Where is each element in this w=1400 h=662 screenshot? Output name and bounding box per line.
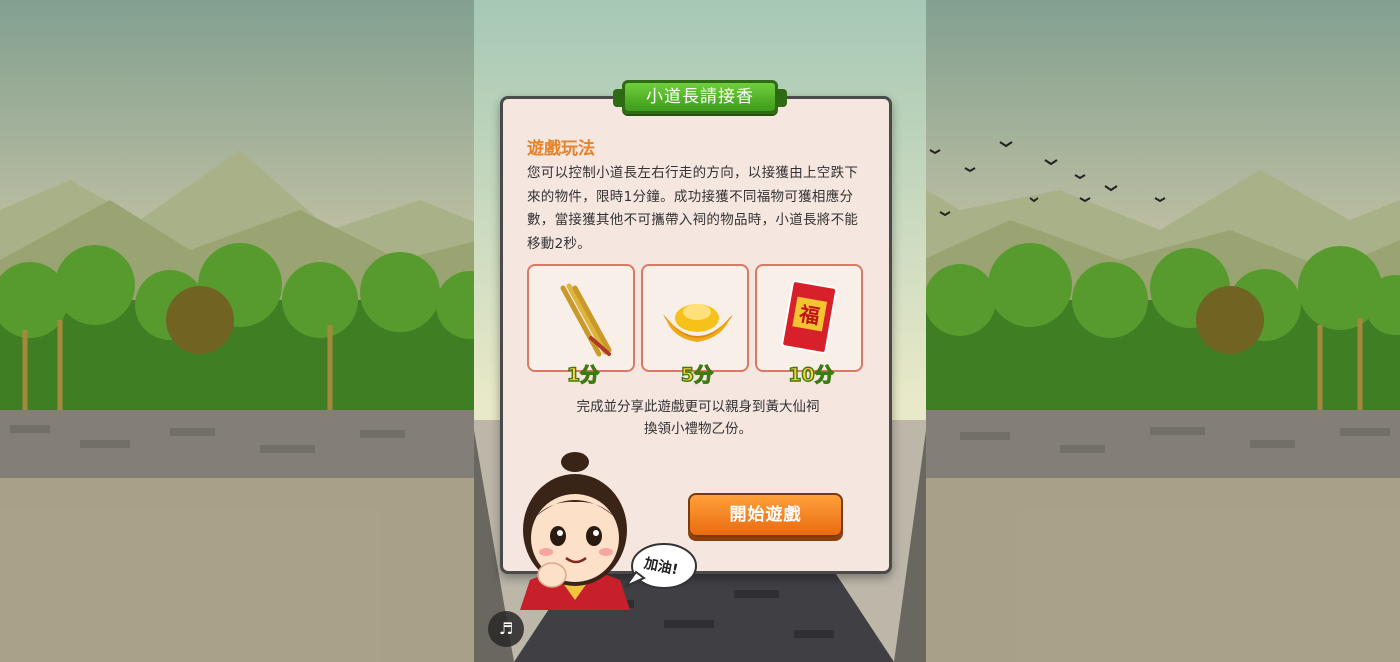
item-card-gold: [641, 264, 749, 372]
start-game-button[interactable]: 開始遊戲: [688, 493, 843, 537]
gold-ingot-icon: [663, 304, 733, 342]
dialog-title: 小道長請接香: [613, 80, 787, 114]
item-score-1: 1分: [566, 363, 600, 386]
music-note-icon: ♬: [498, 619, 514, 638]
little-taoist-character: [520, 452, 630, 610]
item-score-2: 5分: [680, 363, 714, 386]
music-toggle-button[interactable]: ♬: [488, 611, 524, 647]
right-shade: [926, 0, 1400, 662]
reward-line-2: 換領小禮物乙份。: [644, 421, 752, 437]
item-score-3: 10分: [788, 363, 835, 386]
left-shade: [0, 0, 474, 662]
rules-text: 您可以控制小道長左右行走的方向，以接獲由上空跌下來的物件，限時1分鐘。成功接獲不…: [527, 165, 859, 252]
item-card-incense: [527, 264, 635, 372]
reward-line-1: 完成並分享此遊戲更可以親身到黃大仙祠: [576, 399, 820, 415]
incense-sticks-icon: [560, 283, 612, 357]
item-card-red-packet: 福: [755, 264, 863, 372]
red-packet-fu-icon: 福: [781, 280, 838, 354]
rules-heading: 遊戲玩法: [527, 139, 595, 159]
reward-text: 完成並分享此遊戲更可以親身到黃大仙祠 換領小禮物乙份。: [527, 396, 869, 440]
fu-character: 福: [797, 301, 822, 328]
